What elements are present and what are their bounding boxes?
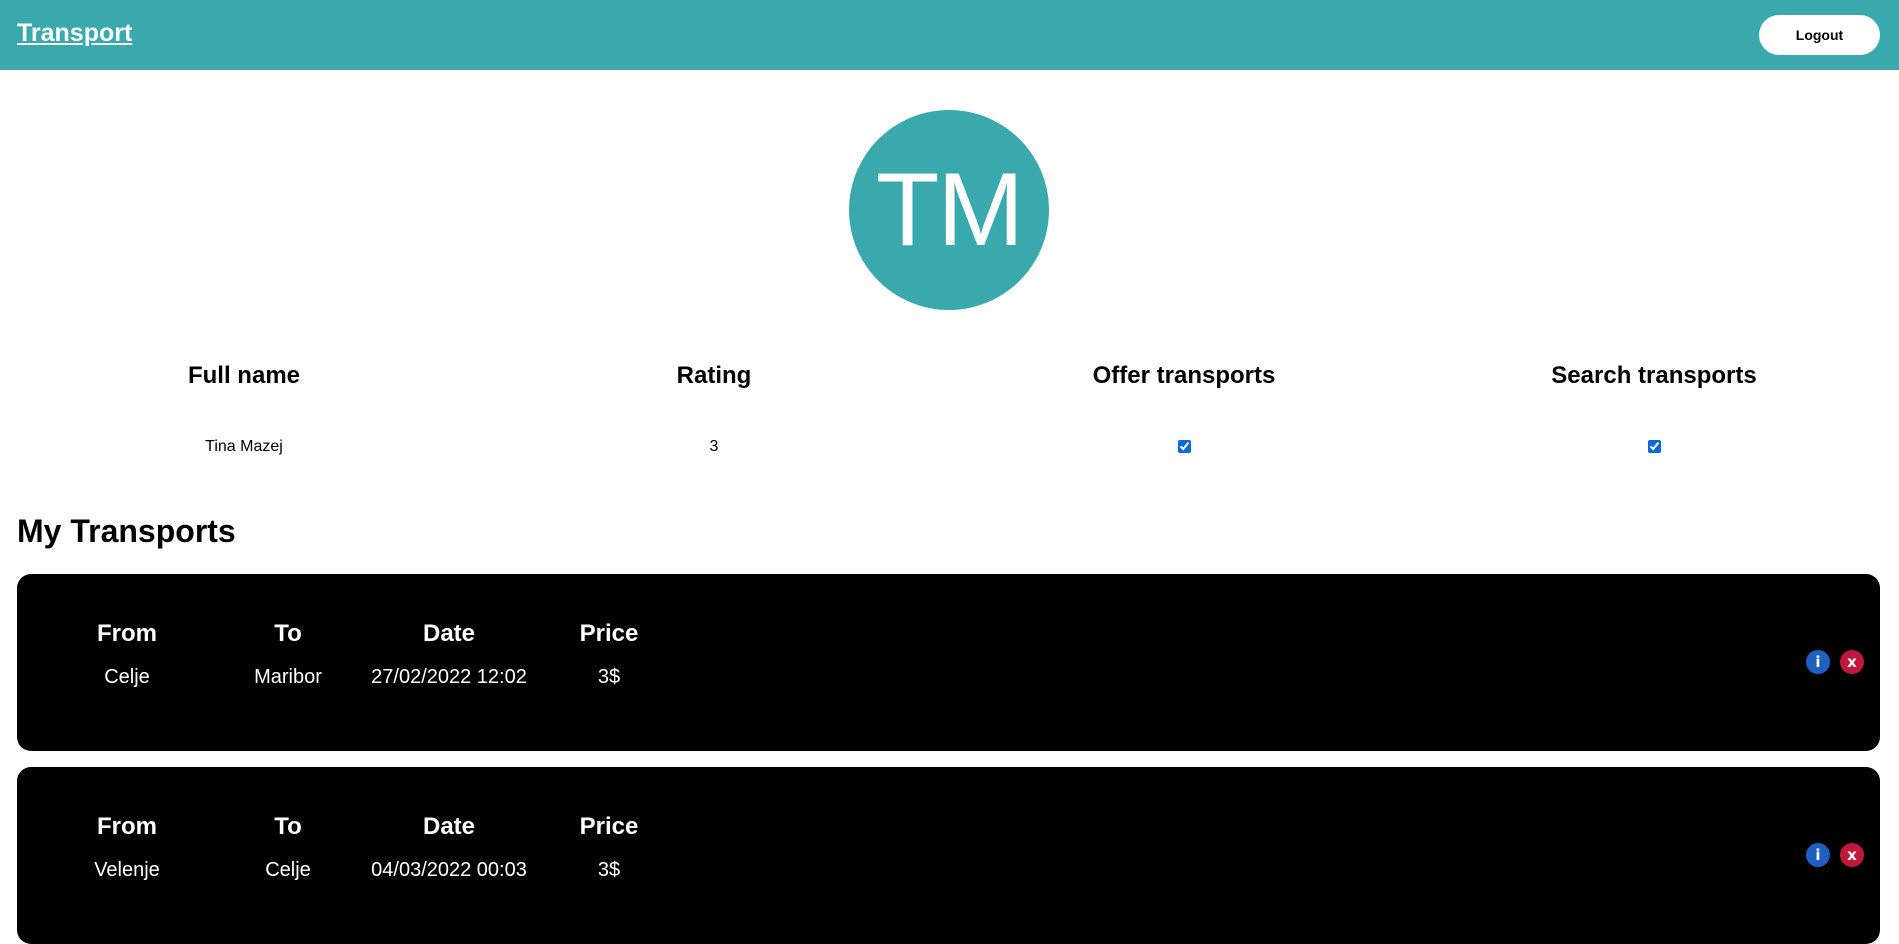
table-row: Celje Maribor 27/02/2022 12:02 3$ [47, 654, 689, 700]
price-value: 3$ [597, 858, 621, 881]
offer-transports-header: Offer transports [1092, 362, 1276, 389]
rating-value: 3 [709, 438, 719, 455]
brand-link[interactable]: Transport [17, 19, 132, 48]
from-header: From [97, 813, 157, 840]
offer-transports-checkbox[interactable] [1177, 440, 1191, 454]
to-header: To [274, 620, 302, 647]
to-value: Celje [265, 858, 311, 881]
date-header: Date [422, 620, 476, 647]
to-header: To [274, 813, 302, 840]
rating-header: Rating [676, 362, 752, 389]
transport-table: From To Date Price Velenje Celje 04/03/2… [47, 807, 689, 893]
price-header: Price [579, 620, 639, 647]
logout-button[interactable]: Logout [1759, 15, 1880, 55]
transport-card: From To Date Price Celje Maribor 27/02/2… [17, 574, 1880, 751]
full-name-value: Tina Mazej [205, 438, 283, 455]
from-value: Celje [104, 665, 150, 688]
search-transports-column: Search transports [1419, 355, 1889, 467]
from-header: From [97, 620, 157, 647]
date-value: 27/02/2022 12:02 [371, 665, 527, 688]
transport-table: From To Date Price Celje Maribor 27/02/2… [47, 614, 689, 700]
delete-icon[interactable]: x [1840, 843, 1864, 867]
info-icon[interactable]: i [1806, 843, 1830, 867]
full-name-header: Full name [187, 362, 301, 389]
navbar: Transport Logout [0, 0, 1899, 70]
to-value: Maribor [254, 665, 322, 688]
full-name-column: Full name Tina Mazej [9, 355, 479, 467]
profile-info: Full name Tina Mazej Rating 3 Offer tran… [0, 355, 1899, 467]
from-value: Velenje [94, 858, 160, 881]
section-title: My Transports [17, 513, 236, 549]
info-icon[interactable]: i [1806, 650, 1830, 674]
offer-transports-column: Offer transports [949, 355, 1419, 467]
price-value: 3$ [597, 665, 621, 688]
delete-icon[interactable]: x [1840, 650, 1864, 674]
date-value: 04/03/2022 00:03 [371, 858, 527, 881]
date-header: Date [422, 813, 476, 840]
table-row: Velenje Celje 04/03/2022 00:03 3$ [47, 847, 689, 893]
search-transports-checkbox[interactable] [1647, 440, 1661, 454]
search-transports-header: Search transports [1551, 362, 1757, 389]
price-header: Price [579, 813, 639, 840]
avatar: TM [849, 110, 1049, 310]
transport-card: From To Date Price Velenje Celje 04/03/2… [17, 767, 1880, 944]
rating-column: Rating 3 [479, 355, 949, 467]
